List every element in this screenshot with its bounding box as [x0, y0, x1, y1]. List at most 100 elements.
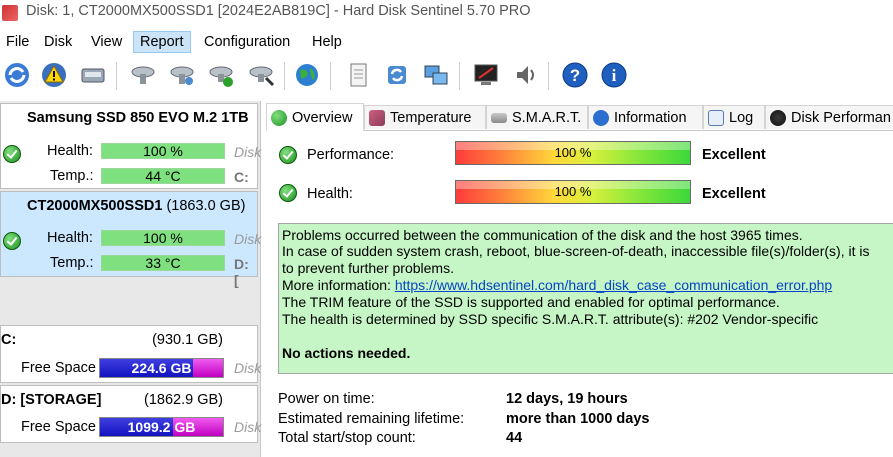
svg-text:i: i [612, 66, 617, 85]
disk-test-icon[interactable] [128, 60, 158, 90]
toolbar-separator [116, 62, 117, 90]
start-stop-value: 44 [506, 430, 523, 446]
health-label: Health: [307, 186, 353, 202]
monitor-icon[interactable] [471, 60, 501, 90]
toolbar-separator [284, 62, 285, 90]
performance-value: 100 % [554, 145, 592, 160]
thermometer-icon [369, 110, 385, 127]
info-icon[interactable]: i [599, 60, 629, 90]
refresh-icon[interactable] [2, 60, 32, 90]
surface-test-icon[interactable] [167, 60, 197, 90]
health-ok-icon [279, 184, 297, 202]
disk-item-ct2000[interactable]: CT2000MX500SSD1 (1863.0 GB) Health: 100 … [0, 191, 262, 288]
health-label: Health: [47, 230, 93, 246]
more-info-link[interactable]: https://www.hdsentinel.com/hard_disk_cas… [395, 277, 832, 293]
tab-temperature[interactable]: Temperature [364, 105, 486, 129]
performance-ok-icon [279, 146, 297, 164]
health-ok-icon [3, 145, 21, 163]
disk-list-panel: Samsung SSD 850 EVO M.2 1TB Health: 100 … [0, 101, 261, 457]
toolbar-separator [330, 62, 331, 90]
tab-log[interactable]: Log [703, 105, 765, 129]
actions-message: No actions needed. [282, 345, 411, 361]
menu-view[interactable]: View [85, 31, 128, 53]
tab-smart[interactable]: S.M.A.R.T. [486, 105, 588, 129]
volume-size: (930.1 GB) [152, 332, 223, 348]
disk-drive-side: C: [234, 169, 249, 185]
disk-ok-icon[interactable] [206, 60, 236, 90]
svg-text:?: ? [570, 66, 580, 85]
disk-info-icon[interactable] [78, 60, 108, 90]
sync-icon[interactable] [382, 60, 412, 90]
power-on-value: 12 days, 19 hours [506, 391, 628, 407]
menu-configuration[interactable]: Configuration [198, 31, 296, 53]
volume-size: (1862.9 GB) [144, 392, 223, 408]
temp-label: Temp.: [50, 168, 94, 184]
toolbar-separator [459, 62, 460, 90]
message-line: In case of sudden system crash, reboot, … [282, 243, 870, 259]
temp-bar: 44 °C [101, 168, 225, 184]
sound-icon[interactable] [510, 60, 540, 90]
globe-icon[interactable] [292, 60, 322, 90]
lifetime-label: Estimated remaining lifetime: [278, 411, 465, 427]
performance-icon [770, 110, 786, 127]
volume-name: C: [1, 332, 17, 348]
toolbar-separator [548, 62, 549, 90]
trim-message: The TRIM feature of the SSD is supported… [282, 294, 780, 310]
help-icon[interactable]: ? [560, 60, 590, 90]
free-space-label: Free Space [21, 360, 96, 376]
health-bar: 100 % [101, 230, 225, 246]
disk-name-text: CT2000MX500SSD1 [27, 198, 163, 214]
free-space-value: 224.6 GB [131, 360, 192, 376]
tab-label: Overview [292, 110, 353, 126]
performance-bar: 100 % [455, 141, 691, 165]
tab-overview[interactable]: Overview [266, 103, 364, 131]
network-icon[interactable] [421, 60, 451, 90]
more-info-line: More information: https://www.hdsentinel… [282, 277, 832, 293]
power-on-label: Power on time: [278, 391, 375, 407]
more-info-label: More information: [282, 277, 395, 293]
disk-settings-icon[interactable] [246, 60, 276, 90]
health-bar: 100 % [101, 143, 225, 159]
tab-label: Disk Performan [791, 110, 891, 126]
health-rating: Excellent [702, 186, 766, 202]
message-line: Problems occurred between the communicat… [282, 227, 803, 243]
temp-bar: 33 °C [101, 255, 225, 271]
message-line: to prevent further problems. [282, 260, 454, 276]
start-stop-label: Total start/stop count: [278, 430, 416, 446]
menu-bar: File Disk View Report Configuration Help [0, 29, 893, 55]
volume-side: Disk [234, 360, 262, 376]
toolbar: ? i [0, 56, 893, 98]
disk-name: CT2000MX500SSD1 (1863.0 GB) [27, 198, 245, 214]
volume-item-d[interactable]: D: [STORAGE] (1862.9 GB) Free Space 1099… [0, 385, 262, 443]
report-icon[interactable] [343, 60, 373, 90]
tab-label: Log [729, 110, 754, 126]
title-bar: Disk: 1, CT2000MX500SSD1 [2024E2AB819C] … [0, 0, 893, 26]
disk-item-samsung[interactable]: Samsung SSD 850 EVO M.2 1TB Health: 100 … [0, 103, 262, 189]
menu-file[interactable]: File [0, 31, 35, 53]
disk-drive-side: D: [ [234, 256, 249, 288]
tab-information[interactable]: Information [588, 105, 703, 129]
free-space-label: Free Space [21, 419, 96, 435]
overview-panel: Overview Temperature S.M.A.R.T. Informat… [262, 101, 893, 457]
alert-icon[interactable] [39, 60, 69, 90]
health-ok-icon [3, 232, 21, 250]
health-label: Health: [47, 143, 93, 159]
menu-disk[interactable]: Disk [38, 31, 78, 53]
disk-size: (1863.0 GB) [166, 198, 246, 214]
disk-status-side: Disk [234, 144, 262, 160]
volume-side: Disk [234, 419, 262, 435]
volume-item-c[interactable]: C: (930.1 GB) Free Space 224.6 GB Disk [0, 325, 262, 383]
tab-bar: Overview Temperature S.M.A.R.T. Informat… [266, 103, 893, 131]
lifetime-value: more than 1000 days [506, 411, 650, 427]
tab-disk-performance[interactable]: Disk Performan [765, 105, 893, 129]
menu-help[interactable]: Help [306, 31, 348, 53]
disk-status-side: Disk [234, 231, 262, 247]
overview-icon [271, 110, 287, 127]
performance-label: Performance: [307, 147, 395, 163]
tab-label: S.M.A.R.T. [512, 110, 582, 126]
menu-report[interactable]: Report [133, 31, 191, 53]
smart-message: The health is determined by SSD specific… [282, 311, 819, 327]
tab-label: Information [614, 110, 687, 126]
free-space-value: 1099.2 GB [127, 419, 196, 435]
disk-name: Samsung SSD 850 EVO M.2 1TB [27, 110, 249, 126]
